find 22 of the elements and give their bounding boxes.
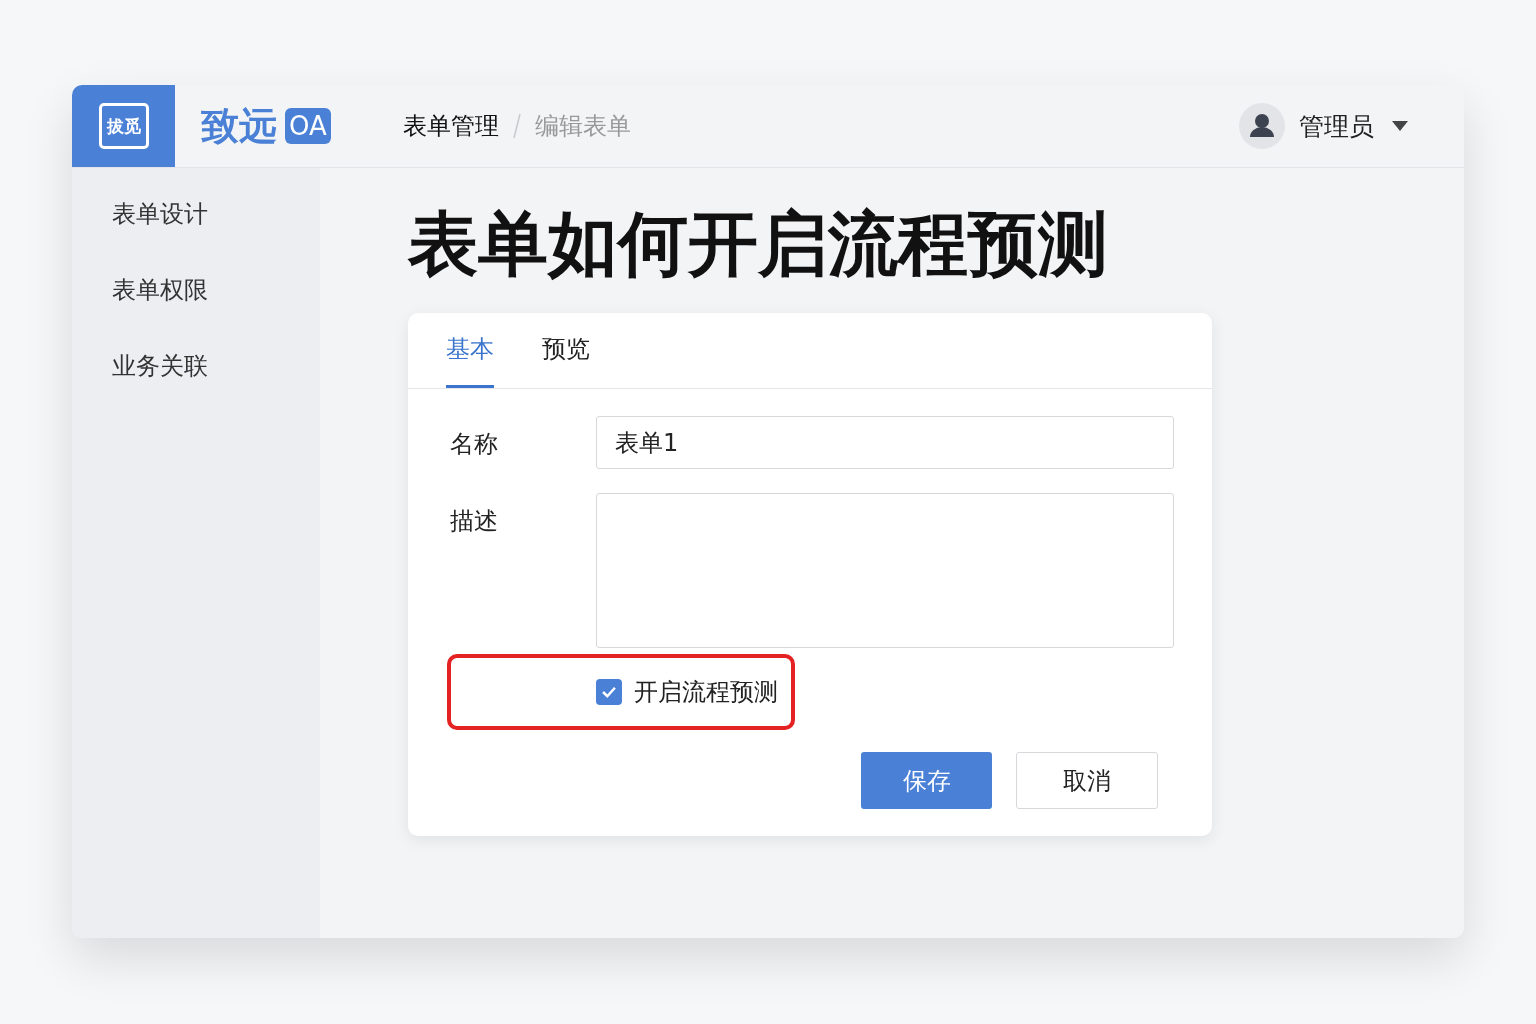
avatar-icon[interactable] xyxy=(1239,103,1285,149)
tab[interactable]: 预览 xyxy=(542,313,590,388)
logo-badge: 拔觅 xyxy=(98,103,149,149)
textarea-field[interactable] xyxy=(596,493,1174,648)
breadcrumb-item[interactable]: 表单管理 xyxy=(402,110,499,142)
brand-name: 致远 xyxy=(201,102,277,150)
breadcrumb-separator-icon xyxy=(512,113,521,139)
sidebar-item[interactable]: 表单权限 xyxy=(112,274,320,306)
field-label: 名称 xyxy=(450,429,499,460)
sidebar-item[interactable]: 表单设计 xyxy=(112,198,320,230)
tab[interactable]: 基本 xyxy=(446,313,494,388)
sidebar-item[interactable]: 业务关联 xyxy=(112,350,320,382)
caret-icon[interactable] xyxy=(1392,121,1408,131)
checkbox-icon xyxy=(596,679,622,705)
page-title: 表单如何开启流程预测 xyxy=(408,206,1109,283)
cancel-button[interactable]: 取消 xyxy=(1016,752,1158,809)
save-button[interactable]: 保存 xyxy=(861,752,992,809)
field-label: 描述 xyxy=(450,506,499,537)
user-name[interactable]: 管理员 xyxy=(1299,109,1374,143)
checkbox[interactable]: 开启流程预测 xyxy=(596,676,778,708)
input-field[interactable]: 表单1 xyxy=(596,416,1174,469)
brand-tag: OA xyxy=(285,108,331,144)
